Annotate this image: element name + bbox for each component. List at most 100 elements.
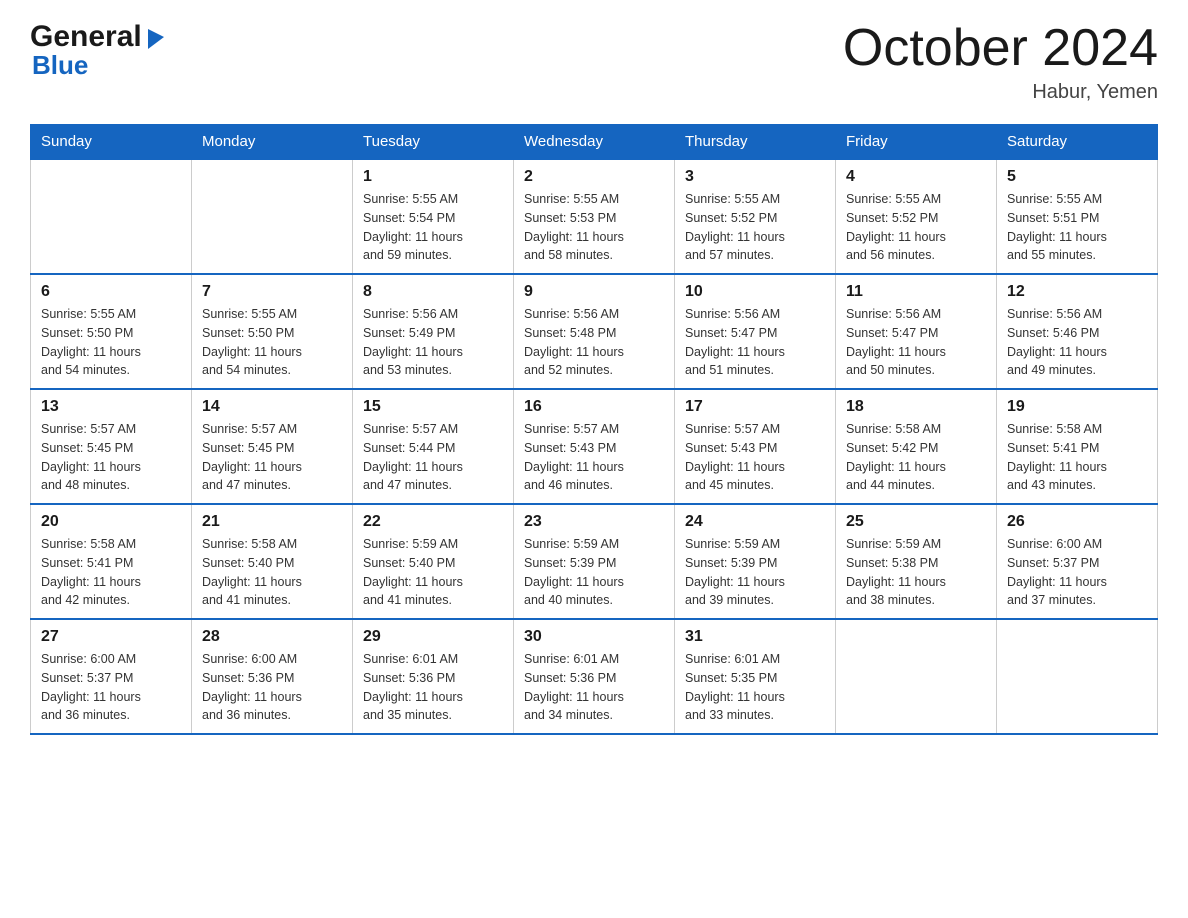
calendar-day-cell: 30 Sunrise: 6:01 AM Sunset: 5:36 PM Dayli… <box>514 619 675 734</box>
calendar-day-cell: 3 Sunrise: 5:55 AM Sunset: 5:52 PM Daylig… <box>675 159 836 274</box>
calendar-day-cell: 4Sunrise: 5:55 AM Sunset: 5:52 PM Daylig… <box>836 159 997 274</box>
day-number: 26 <box>1007 513 1147 531</box>
calendar-day-cell: 17 Sunrise: 5:57 AM Sunset: 5:43 PM Dayli… <box>675 389 836 504</box>
calendar-header-row: SundayMondayTuesdayWednesdayThursdayFrid… <box>31 125 1158 160</box>
day-info: Sunrise: 5:57 AM Sunset: 5:44 PM Dayligh… <box>363 422 463 492</box>
day-info: Sunrise: 5:57 AM Sunset: 5:45 PM Dayligh… <box>202 422 302 492</box>
day-number: 8 <box>363 283 503 301</box>
day-number: 11 <box>846 283 986 301</box>
calendar-day-cell: 26 Sunrise: 6:00 AM Sunset: 5:37 PM Dayli… <box>997 504 1158 619</box>
page-header: General Blue October 2024 Habur, Yemen <box>30 20 1158 104</box>
day-info: Sunrise: 6:01 AM Sunset: 5:36 PM Dayligh… <box>363 652 463 722</box>
calendar-day-cell: 22Sunrise: 5:59 AM Sunset: 5:40 PM Dayli… <box>353 504 514 619</box>
calendar-day-cell: 7Sunrise: 5:55 AM Sunset: 5:50 PM Daylig… <box>192 274 353 389</box>
day-number: 3 <box>685 168 825 186</box>
calendar-day-cell: 10Sunrise: 5:56 AM Sunset: 5:47 PM Dayli… <box>675 274 836 389</box>
page-title: October 2024 <box>843 20 1158 77</box>
day-info: Sunrise: 6:01 AM Sunset: 5:35 PM Dayligh… <box>685 652 785 722</box>
day-number: 12 <box>1007 283 1147 301</box>
day-info: Sunrise: 5:58 AM Sunset: 5:41 PM Dayligh… <box>1007 422 1107 492</box>
day-info: Sunrise: 5:56 AM Sunset: 5:46 PM Dayligh… <box>1007 307 1107 377</box>
calendar-day-cell: 6 Sunrise: 5:55 AM Sunset: 5:50 PM Daylig… <box>31 274 192 389</box>
day-info: Sunrise: 5:55 AM Sunset: 5:52 PM Dayligh… <box>685 192 785 262</box>
day-info: Sunrise: 5:55 AM Sunset: 5:51 PM Dayligh… <box>1007 192 1107 262</box>
day-number: 6 <box>41 283 181 301</box>
day-number: 28 <box>202 628 342 646</box>
day-info: Sunrise: 5:59 AM Sunset: 5:38 PM Dayligh… <box>846 537 946 607</box>
calendar-week-row: 13 Sunrise: 5:57 AM Sunset: 5:45 PM Dayli… <box>31 389 1158 504</box>
calendar-day-cell: 21Sunrise: 5:58 AM Sunset: 5:40 PM Dayli… <box>192 504 353 619</box>
calendar-body: 1 Sunrise: 5:55 AM Sunset: 5:54 PM Daylig… <box>31 159 1158 734</box>
calendar-day-cell: 11 Sunrise: 5:56 AM Sunset: 5:47 PM Dayli… <box>836 274 997 389</box>
day-info: Sunrise: 5:55 AM Sunset: 5:50 PM Dayligh… <box>202 307 302 377</box>
day-info: Sunrise: 5:59 AM Sunset: 5:39 PM Dayligh… <box>685 537 785 607</box>
calendar-day-cell: 8 Sunrise: 5:56 AM Sunset: 5:49 PM Daylig… <box>353 274 514 389</box>
day-number: 13 <box>41 398 181 416</box>
calendar-week-row: 1 Sunrise: 5:55 AM Sunset: 5:54 PM Daylig… <box>31 159 1158 274</box>
day-info: Sunrise: 5:57 AM Sunset: 5:45 PM Dayligh… <box>41 422 141 492</box>
calendar-day-cell: 13 Sunrise: 5:57 AM Sunset: 5:45 PM Dayli… <box>31 389 192 504</box>
calendar-day-cell: 19 Sunrise: 5:58 AM Sunset: 5:41 PM Dayli… <box>997 389 1158 504</box>
day-number: 2 <box>524 168 664 186</box>
day-info: Sunrise: 5:57 AM Sunset: 5:43 PM Dayligh… <box>524 422 624 492</box>
day-number: 16 <box>524 398 664 416</box>
day-info: Sunrise: 5:57 AM Sunset: 5:43 PM Dayligh… <box>685 422 785 492</box>
day-number: 29 <box>363 628 503 646</box>
calendar-day-cell <box>836 619 997 734</box>
day-info: Sunrise: 5:56 AM Sunset: 5:49 PM Dayligh… <box>363 307 463 377</box>
day-info: Sunrise: 5:55 AM Sunset: 5:53 PM Dayligh… <box>524 192 624 262</box>
calendar-day-cell: 28Sunrise: 6:00 AM Sunset: 5:36 PM Dayli… <box>192 619 353 734</box>
title-area: October 2024 Habur, Yemen <box>843 20 1158 104</box>
calendar-day-cell: 15 Sunrise: 5:57 AM Sunset: 5:44 PM Dayli… <box>353 389 514 504</box>
calendar-week-row: 20 Sunrise: 5:58 AM Sunset: 5:41 PM Dayli… <box>31 504 1158 619</box>
calendar-table: SundayMondayTuesdayWednesdayThursdayFrid… <box>30 124 1158 735</box>
calendar-day-cell: 27 Sunrise: 6:00 AM Sunset: 5:37 PM Dayli… <box>31 619 192 734</box>
day-number: 24 <box>685 513 825 531</box>
calendar-header-cell: Tuesday <box>353 125 514 160</box>
day-info: Sunrise: 5:58 AM Sunset: 5:41 PM Dayligh… <box>41 537 141 607</box>
day-number: 17 <box>685 398 825 416</box>
day-info: Sunrise: 5:58 AM Sunset: 5:42 PM Dayligh… <box>846 422 946 492</box>
calendar-week-row: 6 Sunrise: 5:55 AM Sunset: 5:50 PM Daylig… <box>31 274 1158 389</box>
day-number: 14 <box>202 398 342 416</box>
day-info: Sunrise: 6:00 AM Sunset: 5:37 PM Dayligh… <box>1007 537 1107 607</box>
logo-general-text: General <box>30 20 142 54</box>
day-number: 27 <box>41 628 181 646</box>
day-info: Sunrise: 6:01 AM Sunset: 5:36 PM Dayligh… <box>524 652 624 722</box>
day-number: 1 <box>363 168 503 186</box>
day-info: Sunrise: 5:55 AM Sunset: 5:50 PM Dayligh… <box>41 307 141 377</box>
day-info: Sunrise: 5:56 AM Sunset: 5:47 PM Dayligh… <box>846 307 946 377</box>
day-info: Sunrise: 6:00 AM Sunset: 5:37 PM Dayligh… <box>41 652 141 722</box>
calendar-day-cell: 20 Sunrise: 5:58 AM Sunset: 5:41 PM Dayli… <box>31 504 192 619</box>
day-number: 15 <box>363 398 503 416</box>
calendar-day-cell <box>31 159 192 274</box>
day-number: 25 <box>846 513 986 531</box>
day-number: 30 <box>524 628 664 646</box>
calendar-day-cell: 5 Sunrise: 5:55 AM Sunset: 5:51 PM Daylig… <box>997 159 1158 274</box>
calendar-day-cell: 1 Sunrise: 5:55 AM Sunset: 5:54 PM Daylig… <box>353 159 514 274</box>
logo-arrow-icon <box>144 27 166 49</box>
day-info: Sunrise: 5:58 AM Sunset: 5:40 PM Dayligh… <box>202 537 302 607</box>
day-number: 31 <box>685 628 825 646</box>
logo-blue-text: Blue <box>32 50 88 81</box>
calendar-day-cell: 25 Sunrise: 5:59 AM Sunset: 5:38 PM Dayli… <box>836 504 997 619</box>
day-number: 19 <box>1007 398 1147 416</box>
logo: General Blue <box>30 20 166 81</box>
calendar-header-cell: Wednesday <box>514 125 675 160</box>
day-info: Sunrise: 5:59 AM Sunset: 5:40 PM Dayligh… <box>363 537 463 607</box>
day-info: Sunrise: 5:55 AM Sunset: 5:52 PM Dayligh… <box>846 192 946 262</box>
day-number: 20 <box>41 513 181 531</box>
day-info: Sunrise: 5:55 AM Sunset: 5:54 PM Dayligh… <box>363 192 463 262</box>
calendar-header-cell: Friday <box>836 125 997 160</box>
calendar-day-cell: 29 Sunrise: 6:01 AM Sunset: 5:36 PM Dayli… <box>353 619 514 734</box>
day-number: 9 <box>524 283 664 301</box>
day-number: 5 <box>1007 168 1147 186</box>
page-subtitle: Habur, Yemen <box>843 81 1158 104</box>
calendar-week-row: 27 Sunrise: 6:00 AM Sunset: 5:37 PM Dayli… <box>31 619 1158 734</box>
calendar-day-cell: 9Sunrise: 5:56 AM Sunset: 5:48 PM Daylig… <box>514 274 675 389</box>
calendar-header-cell: Thursday <box>675 125 836 160</box>
calendar-day-cell: 16 Sunrise: 5:57 AM Sunset: 5:43 PM Dayli… <box>514 389 675 504</box>
day-number: 23 <box>524 513 664 531</box>
calendar-header-cell: Saturday <box>997 125 1158 160</box>
calendar-header-cell: Sunday <box>31 125 192 160</box>
